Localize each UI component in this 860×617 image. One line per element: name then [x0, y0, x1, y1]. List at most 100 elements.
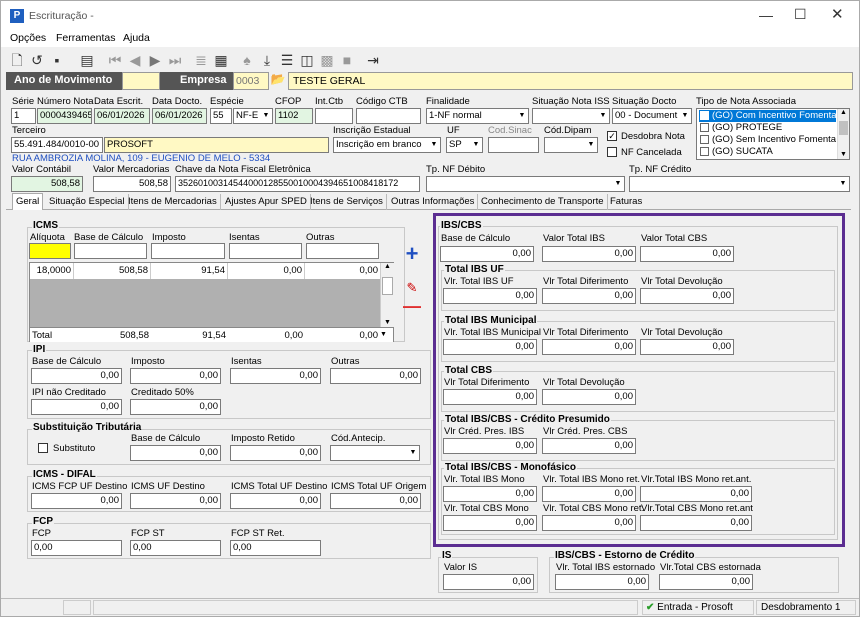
list-item[interactable]: (GO) Sem Incentivo Fomentar/ — [699, 134, 836, 146]
box-icon[interactable]: ■ — [337, 52, 357, 68]
minimize-icon[interactable]: — — [759, 7, 773, 23]
st-base-input[interactable]: 0,00 — [130, 445, 221, 461]
ibs-uf-dif-input[interactable]: 0,00 — [542, 288, 636, 304]
chave-input[interactable]: 3526010031454400012855001000439465100841… — [175, 176, 420, 192]
close-icon[interactable]: ✕ — [831, 5, 844, 23]
ibscbs-base-input[interactable]: 0,00 — [440, 246, 534, 262]
sit-docto-select[interactable]: 00 - Document ▼ — [612, 108, 692, 124]
estorno-ibs-input[interactable]: 0,00 — [555, 574, 649, 590]
cb-icon[interactable]: ◫ — [297, 52, 317, 69]
insc-est-select[interactable]: Inscrição em branco ▼ — [333, 137, 441, 153]
cod-dipam-select[interactable]: ▼ — [544, 137, 598, 153]
fcp-st-input[interactable]: 0,00 — [130, 540, 221, 556]
difal-fcp-input[interactable]: 0,00 — [31, 493, 122, 509]
pres-ibs-input[interactable]: 0,00 — [443, 438, 537, 454]
difal-total-dest-input[interactable]: 0,00 — [230, 493, 321, 509]
icms-isentas-input[interactable] — [229, 243, 302, 259]
ipi-imposto-input[interactable]: 0,00 — [130, 368, 221, 384]
icms-base-input[interactable] — [74, 243, 147, 259]
preview-icon[interactable]: ▤ — [77, 52, 97, 69]
ipi-nc-input[interactable]: 0,00 — [31, 399, 122, 415]
especie-code[interactable]: 55 — [210, 108, 232, 124]
difal-total-orig-input[interactable]: 0,00 — [330, 493, 421, 509]
undo-icon[interactable]: ↺ — [27, 52, 47, 69]
first-icon[interactable]: ⏮ — [105, 52, 125, 69]
difal-uf-dest-input[interactable]: 0,00 — [130, 493, 221, 509]
tab-itens-mercadorias[interactable]: Itens de Mercadorias — [125, 194, 221, 210]
tab-geral[interactable]: Geral — [12, 193, 44, 210]
ipi-isentas-input[interactable]: 0,00 — [230, 368, 321, 384]
nf-cancelada-checkbox[interactable] — [607, 147, 617, 157]
ibs-mun-total-input[interactable]: 0,00 — [443, 339, 537, 355]
tp-debito-select[interactable]: ▼ — [426, 176, 625, 192]
prev-icon[interactable]: ◀ — [125, 52, 145, 69]
numero-input[interactable]: 0000439465 — [37, 108, 92, 124]
mono-cbs-input[interactable]: 0,00 — [443, 515, 537, 531]
terceiro-name[interactable]: PROSOFT — [104, 137, 329, 153]
ibs-uf-total-input[interactable]: 0,00 — [443, 288, 537, 304]
tools-icon[interactable]: ♠ — [237, 52, 257, 68]
table-row[interactable]: 18,0000 508,58 91,54 0,00 0,00 — [30, 263, 380, 279]
uf-select[interactable]: SP ▼ — [446, 137, 483, 153]
menu-ajuda[interactable]: Ajuda — [123, 32, 150, 44]
substituto-checkbox[interactable] — [38, 443, 48, 453]
calc-icon[interactable]: ▦ — [211, 52, 231, 69]
empresa-code[interactable]: 0003 — [233, 72, 269, 90]
remove-icon[interactable]: — — [402, 297, 422, 315]
tab-itens-servicos[interactable]: Itens de Serviços — [307, 194, 387, 210]
mono-cbs-retant-input[interactable]: 0,00 — [640, 515, 752, 531]
ibs-mun-dif-input[interactable]: 0,00 — [542, 339, 636, 355]
st-retido-input[interactable]: 0,00 — [230, 445, 321, 461]
add-icon[interactable]: + — [402, 243, 422, 265]
mono-cbs-ret-input[interactable]: 0,00 — [542, 515, 636, 531]
grid-icon[interactable]: ▩ — [317, 52, 337, 69]
estorno-cbs-input[interactable]: 0,00 — [659, 574, 753, 590]
menu-ferramentas[interactable]: Ferramentas — [56, 32, 116, 44]
especie-select[interactable]: NF-E ▼ — [233, 108, 273, 124]
valor-contabil-input[interactable]: 508,58 — [11, 176, 83, 192]
ibscbs-ibs-input[interactable]: 0,00 — [542, 246, 636, 262]
mono-ibs-retant-input[interactable]: 0,00 — [640, 486, 752, 502]
maximize-icon[interactable]: ☐ — [794, 6, 807, 23]
next-icon[interactable]: ▶ — [145, 52, 165, 69]
tab-outras-informacoes[interactable]: Outras Informações — [388, 194, 479, 210]
ibscbs-cbs-input[interactable]: 0,00 — [640, 246, 734, 262]
folder-icon[interactable]: 📂 — [270, 72, 286, 90]
tree-icon[interactable]: ≣ — [191, 52, 211, 69]
ipi-c50-input[interactable]: 0,00 — [130, 399, 221, 415]
fcp-st-ret-input[interactable]: 0,00 — [230, 540, 321, 556]
grid-scrollbar[interactable]: ▲ ▼ — [380, 263, 394, 327]
mono-ibs-input[interactable]: 0,00 — [443, 486, 537, 502]
ipi-base-input[interactable]: 0,00 — [31, 368, 122, 384]
cbs-dif-input[interactable]: 0,00 — [443, 389, 537, 405]
tab-ajustes-sped[interactable]: Ajustes Apur SPED — [222, 194, 311, 210]
data-docto-input[interactable]: 06/01/2026 — [152, 108, 207, 124]
fcp-input[interactable]: 0,00 — [31, 540, 122, 556]
ibs-mun-dev-input[interactable]: 0,00 — [640, 339, 734, 355]
menu-opcoes[interactable]: Opções — [10, 32, 46, 44]
icms-aliquota-input[interactable] — [29, 243, 71, 259]
finalidade-select[interactable]: 1-NF normal ▼ — [426, 108, 529, 124]
terceiro-cnpj[interactable]: 55.491.484/0010-00 — [11, 137, 103, 153]
st-antecip-select[interactable]: ▼ — [330, 445, 420, 461]
save-icon[interactable]: ▪ — [47, 52, 67, 68]
sit-iss-select[interactable]: ▼ — [532, 108, 610, 124]
ipi-outras-input[interactable]: 0,00 — [330, 368, 421, 384]
list-item[interactable]: (GO) Com Incentivo Fomentar, — [699, 110, 836, 122]
cod-sinac-input[interactable] — [488, 137, 539, 153]
desdobra-checkbox[interactable]: ✓ — [607, 131, 617, 141]
cbs-dev-input[interactable]: 0,00 — [542, 389, 636, 405]
list-scrollbar[interactable]: ▲ ▼ — [837, 109, 849, 159]
list-item[interactable]: (GO) PROTEGE — [699, 122, 836, 134]
edit-icon[interactable]: ✎ — [402, 280, 422, 296]
exit-icon[interactable]: ⇥ — [363, 52, 383, 69]
cod-ctb-input[interactable] — [356, 108, 421, 124]
list-item[interactable]: (GO) SUCATA — [699, 146, 836, 158]
serie-input[interactable]: 1 — [11, 108, 36, 124]
tipo-nota-list[interactable]: (GO) Com Incentivo Fomentar, (GO) PROTEG… — [696, 108, 850, 160]
valor-merc-input[interactable]: 508,58 — [93, 176, 171, 192]
mono-ibs-ret-input[interactable]: 0,00 — [542, 486, 636, 502]
list-icon[interactable]: ☰ — [277, 52, 297, 69]
tab-conhecimento-transporte[interactable]: Conhecimento de Transporte — [478, 194, 608, 210]
is-input[interactable]: 0,00 — [443, 574, 534, 590]
